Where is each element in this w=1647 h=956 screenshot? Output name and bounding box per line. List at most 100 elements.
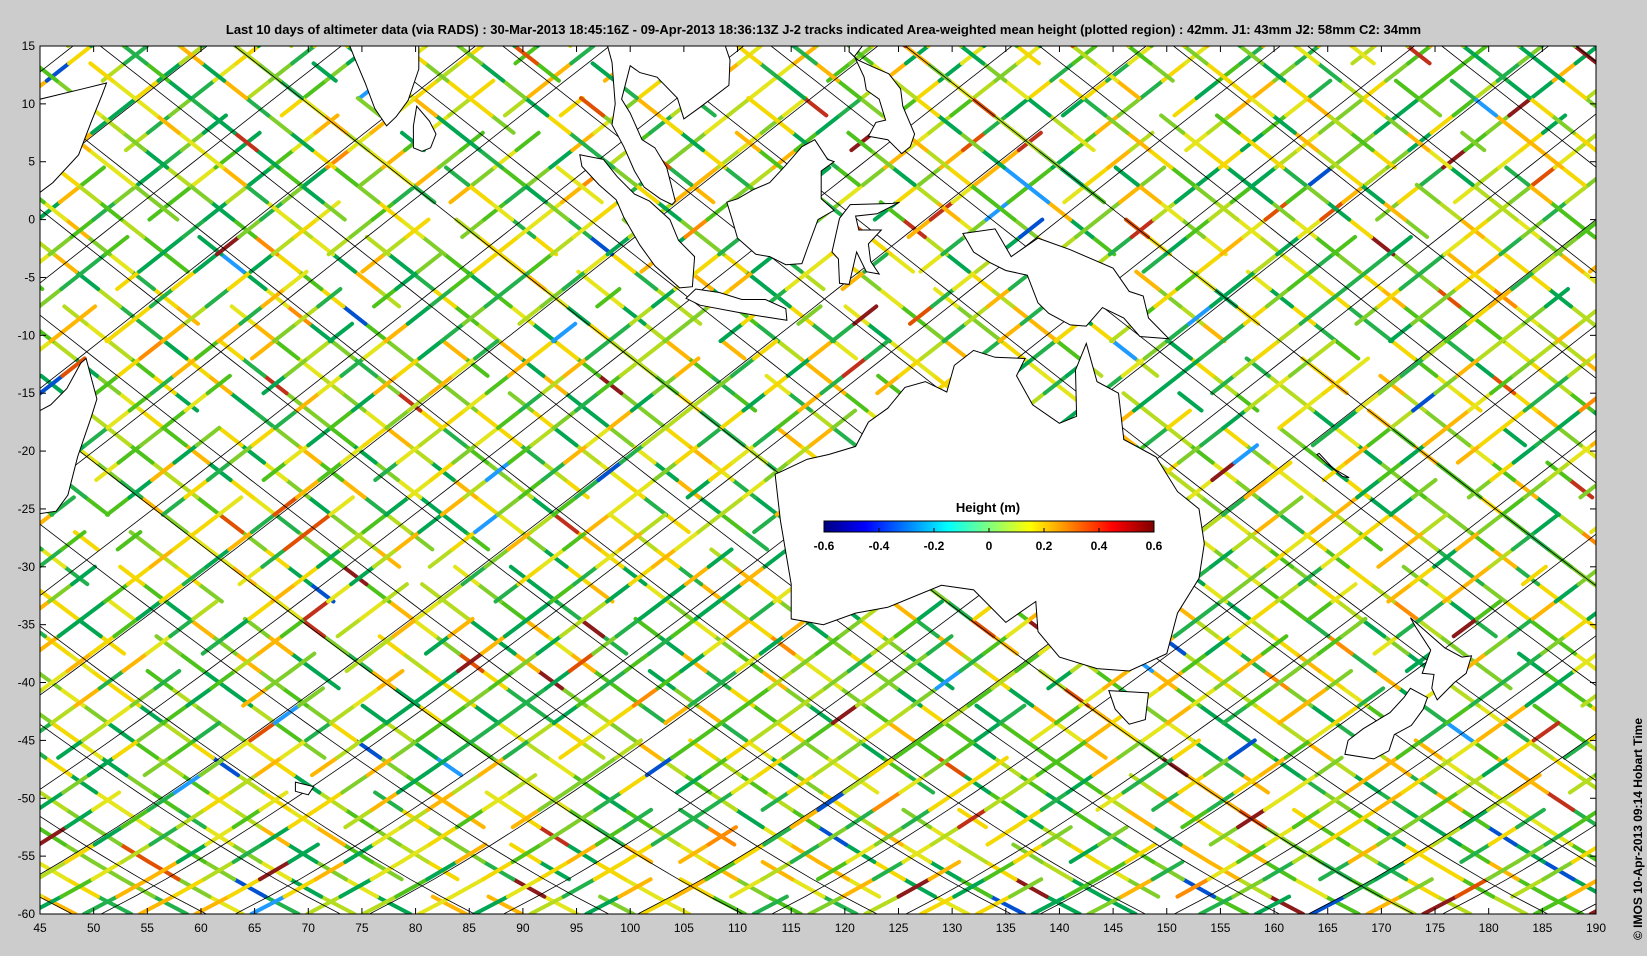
track-segment [0, 758, 15, 775]
track-segment [926, 46, 932, 48]
x-tick-label: 105 [674, 921, 694, 935]
track-segment [4, 185, 26, 202]
y-tick-label: 10 [22, 97, 36, 111]
track-segment [1540, 46, 1546, 48]
altimeter-map: 45 50 55 60 65 70 75 80 85 90 95 100 105 110 115 120 125… [0, 29, 1647, 935]
track-segment [0, 463, 7, 480]
track-segment [7, 358, 29, 375]
x-tick-label: 160 [1264, 921, 1284, 935]
track-segment [40, 893, 45, 899]
track-segment [0, 168, 22, 185]
track-segment [1621, 619, 1644, 636]
track-segment [1600, 862, 1630, 879]
track-segment [1635, 306, 1647, 323]
track-segment [1069, 46, 1075, 48]
track-segment [1635, 567, 1647, 584]
track-segment [814, 46, 820, 48]
track-segment [678, 46, 685, 48]
track-segment [0, 376, 7, 393]
track-segment [1236, 46, 1243, 48]
track-segment [1627, 306, 1647, 323]
track-segment [256, 46, 262, 48]
track-segment [0, 549, 9, 566]
track-segment [6, 879, 37, 896]
colorbar-title: Height (m) [956, 500, 1020, 515]
track-segment [40, 478, 43, 483]
x-tick-label: 70 [302, 921, 316, 935]
colorbar-tick-label: -0.2 [924, 539, 945, 553]
track-segment [1613, 324, 1635, 341]
track-segment [11, 810, 38, 827]
track-segment [0, 827, 11, 844]
x-tick-label: 140 [1049, 921, 1069, 935]
track-segment [1602, 549, 1625, 566]
track-segment [622, 46, 629, 48]
track-segment [1631, 654, 1647, 671]
track-segment [1, 81, 23, 98]
track-segment [1603, 463, 1625, 480]
track-segment [0, 706, 20, 723]
track-segment [1627, 567, 1647, 584]
track-segment [1638, 272, 1647, 289]
x-tick-label: 170 [1371, 921, 1391, 935]
y-tick-label: -35 [18, 618, 36, 632]
track-segment [9, 306, 31, 323]
track-segment [455, 46, 461, 48]
track-segment [1600, 792, 1626, 809]
track-segment [1606, 202, 1628, 219]
track-segment [1292, 46, 1298, 48]
track-segment [11, 133, 33, 150]
track-segment [0, 792, 8, 809]
track-segment [1205, 46, 1211, 48]
track-segment [1125, 46, 1131, 48]
y-tick-label: 15 [22, 39, 36, 53]
track-segment [0, 289, 6, 306]
track-segment [870, 46, 876, 48]
track-segment [1619, 81, 1641, 98]
track-segment [12, 654, 36, 671]
x-tick-label: 85 [463, 921, 477, 935]
track-segment [1630, 654, 1647, 671]
track-segment [0, 411, 18, 428]
track-segment [1637, 532, 1647, 549]
track-segment [1641, 98, 1647, 115]
track-segment [647, 46, 653, 48]
track-segment [1599, 115, 1621, 132]
y-tick-label: -45 [18, 733, 36, 747]
x-tick-label: 55 [141, 921, 155, 935]
track-segment [1595, 652, 1596, 655]
track-segment [0, 324, 17, 341]
track-segment [1615, 341, 1637, 358]
track-segment [1609, 63, 1631, 80]
track-segment [1180, 46, 1187, 48]
track-segment [1591, 582, 1596, 589]
x-tick-label: 175 [1425, 921, 1445, 935]
track-segment [0, 150, 14, 167]
x-tick-label: 135 [996, 921, 1016, 935]
track-segment [1615, 515, 1638, 532]
track-segment [1592, 234, 1596, 241]
track-segment [1631, 46, 1647, 63]
track-segment [1605, 289, 1627, 306]
track-segment [1595, 46, 1596, 47]
track-segment [1604, 376, 1626, 393]
track-segment [535, 46, 541, 48]
track-segment [368, 46, 374, 48]
track-segment [7, 480, 29, 497]
track-segment [0, 602, 22, 619]
y-tick-label: -15 [18, 386, 36, 400]
track-segment [0, 63, 13, 80]
x-tick-label: 75 [355, 921, 369, 935]
track-segment [1637, 358, 1647, 375]
track-segment [1612, 237, 1634, 254]
track-segment [1608, 29, 1630, 46]
x-tick-label: 155 [1210, 921, 1230, 935]
track-segment [64, 46, 71, 48]
track-segment [1636, 480, 1647, 497]
y-tick-label: 0 [28, 213, 35, 227]
y-tick-label: -50 [18, 791, 36, 805]
track-segment [0, 115, 3, 132]
track-segment [982, 46, 988, 48]
track-segment [1614, 411, 1636, 428]
track-segment [1607, 636, 1630, 653]
